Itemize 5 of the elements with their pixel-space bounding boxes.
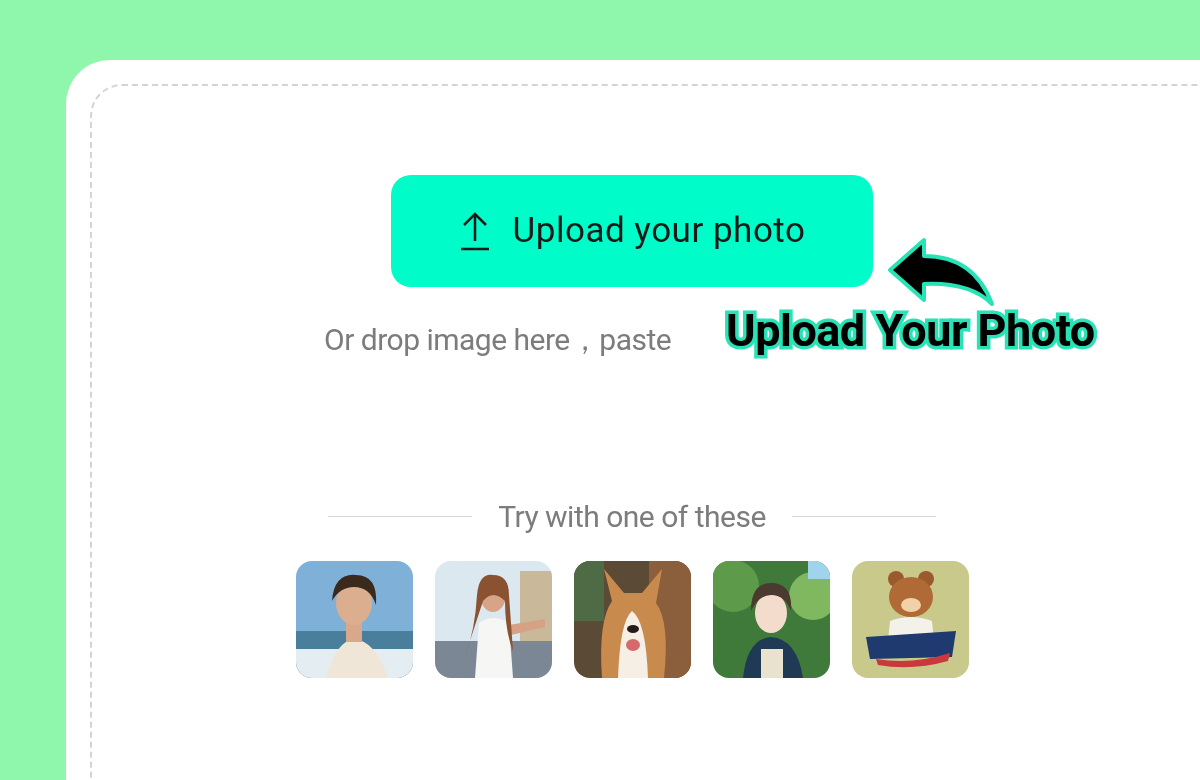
drop-hint: Or drop image here，paste — [324, 322, 672, 357]
samples-heading: Try with one of these — [498, 498, 766, 536]
upload-icon — [458, 211, 491, 251]
upload-button[interactable]: Upload your photo — [391, 175, 873, 287]
annotation-label: Upload Your Photo — [726, 308, 1095, 353]
